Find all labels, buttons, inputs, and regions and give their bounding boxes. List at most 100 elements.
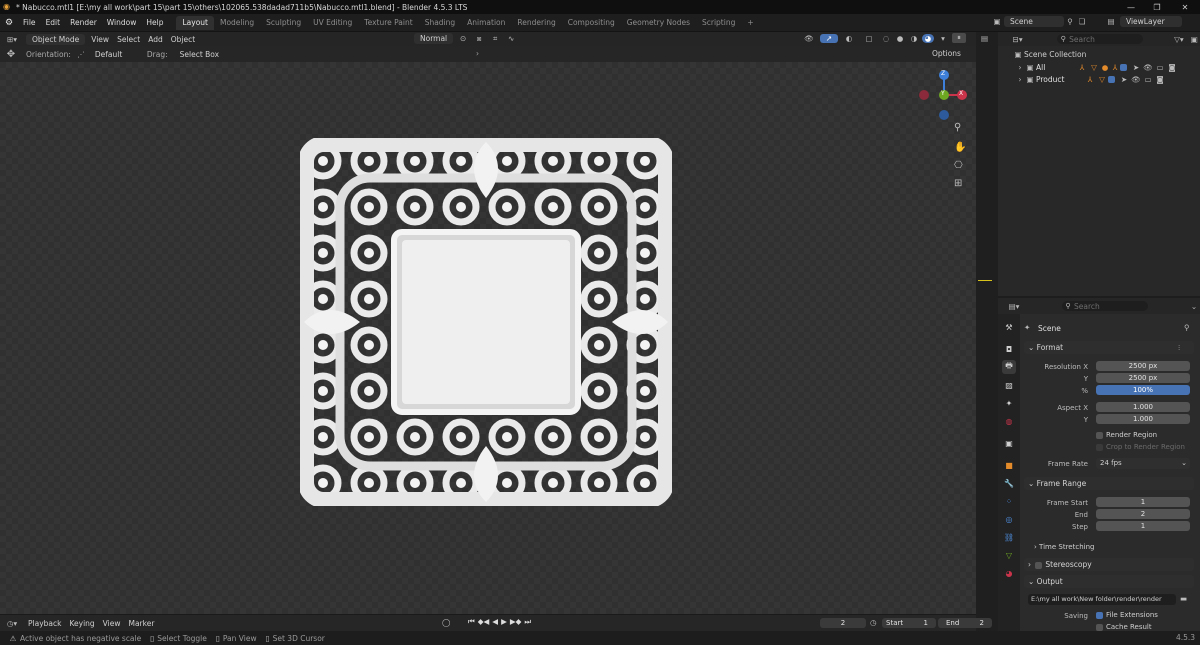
render-tab-icon[interactable]: ◘ [1002,342,1016,356]
cache-result-checkbox[interactable]: Cache Result [1096,623,1152,631]
chevron-down-icon[interactable]: ⌄ [1188,302,1200,311]
material-tab-icon[interactable]: ◕ [1002,566,1016,580]
tab-sculpting[interactable]: Sculpting [260,16,307,30]
data-tab-icon[interactable]: ▽ [1002,548,1016,562]
camera-icon[interactable]: ⎔ [954,160,963,171]
resolution-percent-slider[interactable]: 100% [1096,385,1190,395]
timeline-editor-icon[interactable]: ◷▾ [0,619,24,628]
menu-edit[interactable]: Edit [41,18,66,27]
folder-icon[interactable]: ▬ [1180,594,1187,603]
outliner-editor-icon[interactable]: ▤ [981,34,988,43]
menu-add[interactable]: Add [144,35,167,44]
scene-tab-icon[interactable]: ✦ [1002,396,1016,410]
gizmo-toggle-icon[interactable]: ↗ [820,33,838,43]
xray-icon[interactable]: ▢ [860,34,878,43]
monitor-icon[interactable]: ▭ [1142,75,1154,84]
navigation-gizmo[interactable]: Z X Y [916,68,970,122]
outliner-search-input[interactable]: Search [1069,35,1095,44]
menu-window[interactable]: Window [102,18,142,27]
aspect-x-field[interactable]: 1.000 [1096,402,1190,412]
minimize-icon[interactable]: — [1118,0,1144,14]
viewlayer-name[interactable]: ViewLayer [1120,16,1182,27]
shading-material-icon[interactable]: ◑ [908,34,920,43]
display-mode-icon[interactable]: ⊟▾ [1008,35,1027,44]
resolution-x-field[interactable]: 2500 px [1096,361,1190,371]
format-panel-header[interactable]: ⌄ Format ⫶ [1024,341,1194,354]
frame-range-panel-header[interactable]: ⌄ Frame Range [1024,477,1194,490]
scene-name[interactable]: Scene [1004,16,1064,27]
tab-layout[interactable]: Layout [176,15,214,30]
sidebar-toggle-icon[interactable]: ⏸ [952,33,966,43]
visibility-icon[interactable]: 👁 [800,34,818,43]
add-workspace-icon[interactable]: + [741,16,759,30]
jump-end-icon[interactable]: ⏭ [524,617,531,627]
crop-region-checkbox[interactable]: Crop to Render Region [1096,443,1185,451]
shading-rendered-icon[interactable]: ◕ [922,33,934,43]
play-icon[interactable]: ▶ [501,617,507,627]
output-tab-icon[interactable]: 🖶 [1002,360,1016,374]
output-path-field[interactable]: E:\my all work\New folder\render\render [1028,594,1176,605]
viewlayer-selector[interactable]: ▤ ViewLayer [1102,16,1182,27]
menu-playback[interactable]: Playback [24,619,65,628]
expand-arrow-icon[interactable]: › [1016,63,1024,72]
prev-keyframe-icon[interactable]: ◆◀ [478,617,490,627]
monitor-icon[interactable]: ▭ [1154,63,1166,72]
zoom-icon[interactable]: ⚲ [954,122,961,133]
frame-end-field[interactable]: 2 [1096,509,1190,519]
maximize-icon[interactable]: ❐ [1144,0,1170,14]
file-extensions-checkbox[interactable]: File Extensions [1096,611,1158,619]
render-region-checkbox[interactable]: Render Region [1096,431,1157,439]
pin-icon[interactable]: ⚲ [1064,17,1076,26]
tab-modeling[interactable]: Modeling [214,16,260,30]
object-tab-icon[interactable]: ■ [1002,458,1016,472]
resolution-y-field[interactable]: 2500 px [1096,373,1190,383]
transform-tool-icon[interactable]: ✥ [0,49,22,60]
transform-orientation-dropdown[interactable]: Normal [414,33,454,44]
menu-object[interactable]: Object [167,35,199,44]
new-collection-icon[interactable]: ▣ [1189,35,1200,44]
tab-texture-paint[interactable]: Texture Paint [358,16,418,30]
expand-arrow-icon[interactable]: › [1016,75,1024,84]
frame-step-field[interactable]: 1 [1096,521,1190,531]
start-frame-field[interactable]: Start 1 [882,618,936,628]
shading-options-icon[interactable]: ▾ [936,34,950,43]
tab-rendering[interactable]: Rendering [511,16,561,30]
eye-icon[interactable]: 👁 [1130,75,1142,84]
tab-shading[interactable]: Shading [419,16,461,30]
select-arrow-icon[interactable]: ➤ [1130,63,1142,72]
scene-collection-row[interactable]: ▣ Scene Collection [1012,50,1086,59]
exclude-checkbox[interactable] [1108,76,1115,83]
exclude-checkbox[interactable] [1120,64,1127,71]
outliner-row-all[interactable]: › ▣ All ⅄ ▽ ● ⅄ ➤ 👁 ▭ ◙ [1016,63,1200,72]
particles-tab-icon[interactable]: ⁘ [1002,494,1016,508]
filter-icon[interactable]: ▽▾ [1169,35,1188,44]
shading-wire-icon[interactable]: ◌ [880,34,892,43]
proportional-edit-icon[interactable]: ∿ [503,34,519,43]
collapse-arrow-icon[interactable]: › [476,49,479,58]
frame-start-field[interactable]: 1 [1096,497,1190,507]
current-frame-field[interactable]: 2 [820,618,866,628]
menu-marker[interactable]: Marker [124,619,158,628]
tab-scripting[interactable]: Scripting [696,16,741,30]
eye-icon[interactable]: 👁 [1142,63,1154,72]
presets-icon[interactable]: ⫶ [1178,341,1180,354]
stopwatch-icon[interactable]: ◷ [870,618,877,627]
constraints-tab-icon[interactable]: ⛓ [1002,530,1016,544]
pan-hand-icon[interactable]: ✋ [954,142,966,153]
snap-target-icon[interactable]: ⌗ [487,34,503,44]
viewport-3d[interactable]: Z X Y ⚲ ✋ ⎔ ⊞ [0,62,976,614]
render-camera-icon[interactable]: ◙ [1154,75,1166,84]
tab-geometry-nodes[interactable]: Geometry Nodes [621,16,696,30]
physics-tab-icon[interactable]: ◎ [1002,512,1016,526]
play-reverse-icon[interactable]: ◀ [492,617,498,627]
menu-select[interactable]: Select [113,35,144,44]
select-arrow-icon[interactable]: ➤ [1118,75,1130,84]
world-tab-icon[interactable]: ◍ [1002,414,1016,428]
properties-search-input[interactable]: Search [1074,302,1100,311]
options-dropdown[interactable]: Options [932,49,961,58]
menu-view[interactable]: View [87,35,113,44]
menu-help[interactable]: Help [141,18,168,27]
next-keyframe-icon[interactable]: ▶◆ [510,617,522,627]
blender-menu-icon[interactable]: ⚙ [0,18,18,28]
copy-icon[interactable]: ❏ [1076,17,1088,26]
